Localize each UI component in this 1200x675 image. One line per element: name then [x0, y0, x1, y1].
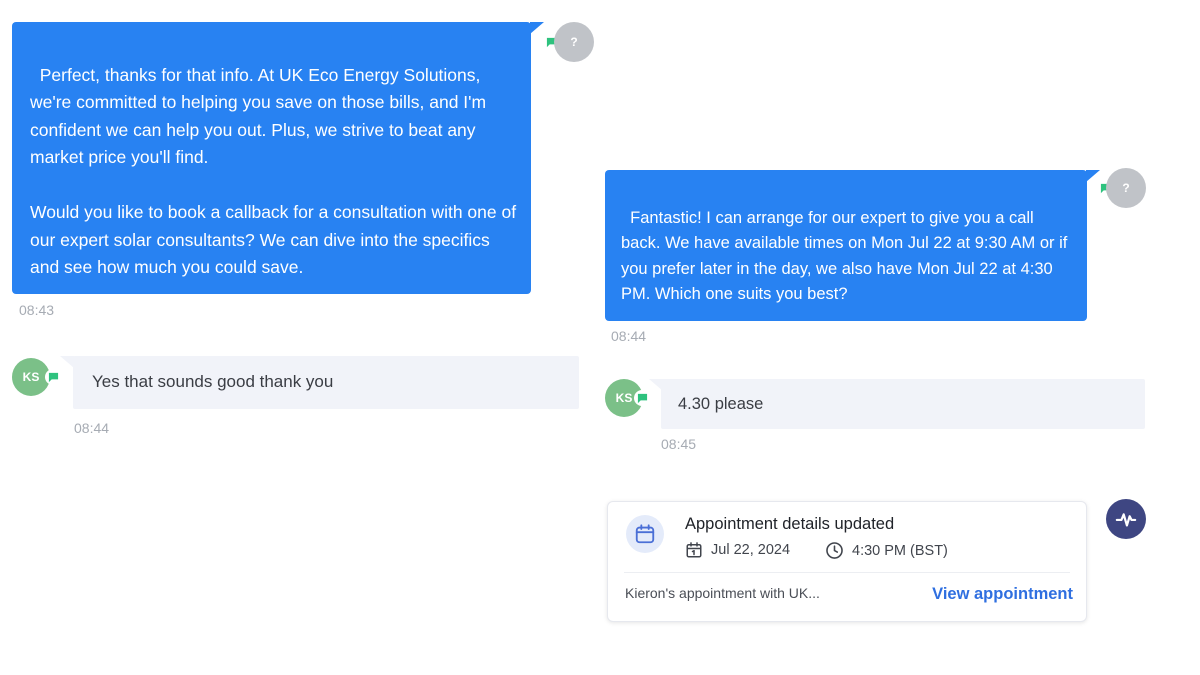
agent-message-bubble: Fantastic! I can arrange for our expert …	[605, 170, 1087, 321]
message-timestamp: 08:43	[19, 302, 55, 318]
message-timestamp: 08:45	[661, 436, 697, 452]
chat-channel-badge	[634, 390, 650, 406]
appointment-card: Appointment details updated Jul 22, 2024…	[607, 501, 1087, 622]
bubble-tail	[530, 22, 544, 34]
view-appointment-link[interactable]: View appointment	[932, 585, 1073, 604]
chat-bubble-icon	[48, 372, 58, 382]
agent-avatar: ?	[1106, 168, 1146, 208]
avatar-text: ?	[1122, 181, 1130, 195]
message-timestamp: 08:44	[611, 328, 647, 344]
message-text: 4.30 please	[678, 395, 764, 413]
agent-message-bubble: Perfect, thanks for that info. At UK Eco…	[12, 22, 531, 294]
customer-message-bubble: Yes that sounds good thank you	[73, 356, 579, 409]
avatar-text: ?	[570, 35, 578, 49]
message-text: Yes that sounds good thank you	[92, 372, 334, 391]
activity-pulse-icon	[1115, 513, 1137, 527]
calendar-icon	[626, 515, 664, 553]
calendar-small-icon	[686, 542, 702, 558]
card-divider	[624, 572, 1070, 573]
customer-message-bubble: 4.30 please	[661, 379, 1145, 429]
appointment-title: Appointment details updated	[685, 515, 895, 533]
bubble-tail	[60, 356, 74, 368]
message-text: Fantastic! I can arrange for our expert …	[621, 208, 1072, 304]
avatar-text: KS	[615, 391, 633, 405]
message-text: Perfect, thanks for that info. At UK Eco…	[30, 64, 517, 278]
appointment-time-text: 4:30 PM (BST)	[852, 542, 948, 559]
appointment-date-text: Jul 22, 2024	[711, 542, 791, 558]
agent-avatar: ?	[554, 22, 594, 62]
clock-icon	[826, 542, 843, 559]
avatar-text: KS	[22, 370, 40, 384]
message-timestamp: 08:44	[74, 420, 110, 436]
chat-channel-badge	[45, 369, 61, 385]
appointment-description: Kieron's appointment with UK...	[625, 585, 820, 601]
activity-avatar	[1106, 499, 1146, 539]
appointment-time: 4:30 PM (BST)	[825, 541, 948, 560]
appointment-date: Jul 22, 2024	[685, 541, 790, 559]
chat-bubble-icon	[637, 393, 647, 403]
bubble-tail	[1086, 170, 1100, 182]
